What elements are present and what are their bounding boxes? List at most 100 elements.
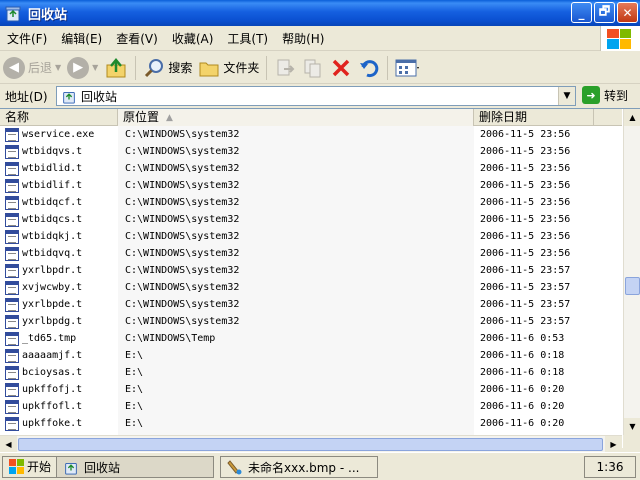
file-name: wtbidqcf.t: [22, 197, 83, 208]
go-button[interactable]: ➜ 转到: [582, 86, 628, 104]
deleted-date: 2006-11-5 23:56: [480, 214, 571, 225]
file-name: wtbidlid.t: [22, 163, 83, 174]
column-header-date[interactable]: 删除日期: [474, 109, 594, 126]
file-name: upkffofl.t: [22, 401, 83, 412]
file-name-cell: wtbidqvq.t: [0, 246, 118, 261]
original-location: E:\: [125, 367, 144, 378]
horizontal-scroll-thumb[interactable]: [18, 438, 603, 451]
table-row[interactable]: wtbidlid.t C:\WINDOWS\system32 2006-11-5 2…: [0, 160, 622, 177]
move-to-button[interactable]: [271, 54, 299, 82]
menu-view[interactable]: 查看(V): [109, 30, 165, 47]
file-name: wtbidqcs.t: [22, 214, 83, 225]
table-row[interactable]: yxrlbpde.t C:\WINDOWS\system32 2006-11-5 2…: [0, 296, 622, 313]
menu-edit[interactable]: 编辑(E): [54, 30, 109, 47]
file-list[interactable]: 名称 原位置 ▲ 删除日期 wservice.exe C:\WINDOWS\sys…: [0, 108, 640, 453]
original-location: C:\WINDOWS\system32: [125, 180, 240, 191]
column-header-name[interactable]: 名称: [0, 109, 118, 126]
scroll-left-icon[interactable]: ◀: [0, 436, 17, 453]
file-icon: [5, 144, 19, 159]
file-icon: [5, 297, 19, 312]
forward-button[interactable]: ▶ ▼: [64, 54, 101, 82]
address-field[interactable]: 回收站 ▼: [56, 86, 576, 106]
table-row[interactable]: wservice.exe C:\WINDOWS\system32 2006-11-5…: [0, 126, 622, 143]
original-location: C:\WINDOWS\system32: [125, 214, 240, 225]
table-row[interactable]: _td65.tmp C:\WINDOWS\Temp 2006-11-6 0:53: [0, 330, 622, 347]
file-name-cell: bcioysas.t: [0, 365, 118, 380]
original-location: C:\WINDOWS\system32: [125, 231, 240, 242]
table-row[interactable]: wtbidqvs.t C:\WINDOWS\system32 2006-11-5 2…: [0, 143, 622, 160]
copy-to-button[interactable]: [299, 54, 327, 82]
table-row[interactable]: wtbidlif.t C:\WINDOWS\system32 2006-11-5 2…: [0, 177, 622, 194]
search-button[interactable]: 搜索: [140, 54, 195, 82]
column-header-location-label: 原位置: [123, 110, 160, 124]
original-location: C:\WINDOWS\system32: [125, 163, 240, 174]
file-name-cell: wtbidlid.t: [0, 161, 118, 176]
table-row[interactable]: aaaaamjf.t E:\ 2006-11-6 0:18: [0, 347, 622, 364]
horizontal-scrollbar[interactable]: ◀ ▶: [0, 435, 622, 453]
minimize-button[interactable]: _: [571, 2, 592, 23]
table-row[interactable]: wtbidqvq.t C:\WINDOWS\system32 2006-11-5 2…: [0, 245, 622, 262]
menu-file[interactable]: 文件(F): [0, 30, 54, 47]
menu-help[interactable]: 帮助(H): [275, 30, 331, 47]
column-header-location[interactable]: 原位置 ▲: [118, 109, 474, 126]
up-folder-button[interactable]: [101, 54, 131, 82]
table-row[interactable]: upkffofj.t E:\ 2006-11-6 0:20: [0, 381, 622, 398]
scroll-right-icon[interactable]: ▶: [605, 436, 622, 453]
undo-button[interactable]: [355, 54, 383, 82]
views-button[interactable]: [392, 54, 424, 82]
scroll-down-icon[interactable]: ▼: [624, 418, 640, 435]
file-name: yxrlbpdr.t: [22, 265, 83, 276]
deleted-date: 2006-11-5 23:56: [480, 180, 571, 191]
file-name-cell: yxrlbpdr.t: [0, 263, 118, 278]
back-arrow-icon: ◀: [3, 56, 25, 79]
file-icon: [5, 246, 19, 261]
deleted-date: 2006-11-5 23:56: [480, 197, 571, 208]
windows-logo-icon: [600, 26, 640, 51]
toolbar-separator: [266, 55, 268, 80]
close-button[interactable]: ✕: [617, 2, 638, 23]
up-folder-icon: [106, 57, 126, 77]
forward-dropdown-icon[interactable]: ▼: [92, 63, 98, 72]
file-icon: [5, 416, 19, 431]
menu-favorites[interactable]: 收藏(A): [165, 30, 221, 47]
back-dropdown-icon[interactable]: ▼: [55, 63, 61, 72]
column-header-row: 名称 原位置 ▲ 删除日期: [0, 109, 622, 126]
delete-button[interactable]: [327, 54, 355, 82]
vertical-scroll-thumb[interactable]: [625, 277, 640, 295]
vertical-scrollbar[interactable]: ▲ ▼: [623, 109, 640, 435]
original-location: C:\WINDOWS\system32: [125, 316, 240, 327]
table-row[interactable]: bcioysas.t E:\ 2006-11-6 0:18: [0, 364, 622, 381]
restore-button[interactable]: 🗗: [594, 2, 615, 23]
table-row[interactable]: wtbidqcf.t C:\WINDOWS\system32 2006-11-5 2…: [0, 194, 622, 211]
file-name: bcioysas.t: [22, 367, 83, 378]
file-icon: [5, 178, 19, 193]
start-button[interactable]: 开始: [2, 455, 59, 478]
folders-icon: [199, 62, 219, 76]
move-to-icon: [277, 59, 295, 75]
file-name-cell: upkffoke.t: [0, 416, 118, 431]
menu-tools[interactable]: 工具(T): [220, 30, 275, 47]
task-recycle-bin[interactable]: 回收站: [56, 456, 214, 478]
folders-button[interactable]: 文件夹: [195, 54, 262, 82]
table-row[interactable]: yxrlbpdr.t C:\WINDOWS\system32 2006-11-5 2…: [0, 262, 622, 279]
original-location: C:\WINDOWS\system32: [125, 129, 240, 140]
paint-icon: [227, 460, 242, 475]
table-row[interactable]: wtbidqcs.t C:\WINDOWS\system32 2006-11-5 2…: [0, 211, 622, 228]
task-paint[interactable]: 未命名xxx.bmp - ...: [220, 456, 378, 478]
table-row[interactable]: xvjwcwby.t C:\WINDOWS\system32 2006-11-5 2…: [0, 279, 622, 296]
address-label: 地址(D): [5, 89, 48, 104]
back-button[interactable]: ◀ 后退 ▼: [0, 54, 64, 82]
deleted-date: 2006-11-5 23:56: [480, 231, 571, 242]
table-row[interactable]: upkffoke.t E:\ 2006-11-6 0:20: [0, 415, 622, 432]
file-name-cell: yxrlbpde.t: [0, 297, 118, 312]
scroll-up-icon[interactable]: ▲: [624, 109, 640, 126]
file-icon: [5, 263, 19, 278]
file-name: upkffoke.t: [22, 418, 83, 429]
table-row[interactable]: wtbidqkj.t C:\WINDOWS\system32 2006-11-5 2…: [0, 228, 622, 245]
title-bar[interactable]: 回收站 _ 🗗 ✕: [0, 0, 640, 26]
address-dropdown-icon[interactable]: ▼: [558, 87, 575, 105]
file-name-cell: wtbidqcs.t: [0, 212, 118, 227]
address-bar: 地址(D) 回收站 ▼ ➜ 转到: [0, 85, 640, 107]
table-row[interactable]: yxrlbpdg.t C:\WINDOWS\system32 2006-11-5 2…: [0, 313, 622, 330]
table-row[interactable]: upkffofl.t E:\ 2006-11-6 0:20: [0, 398, 622, 415]
